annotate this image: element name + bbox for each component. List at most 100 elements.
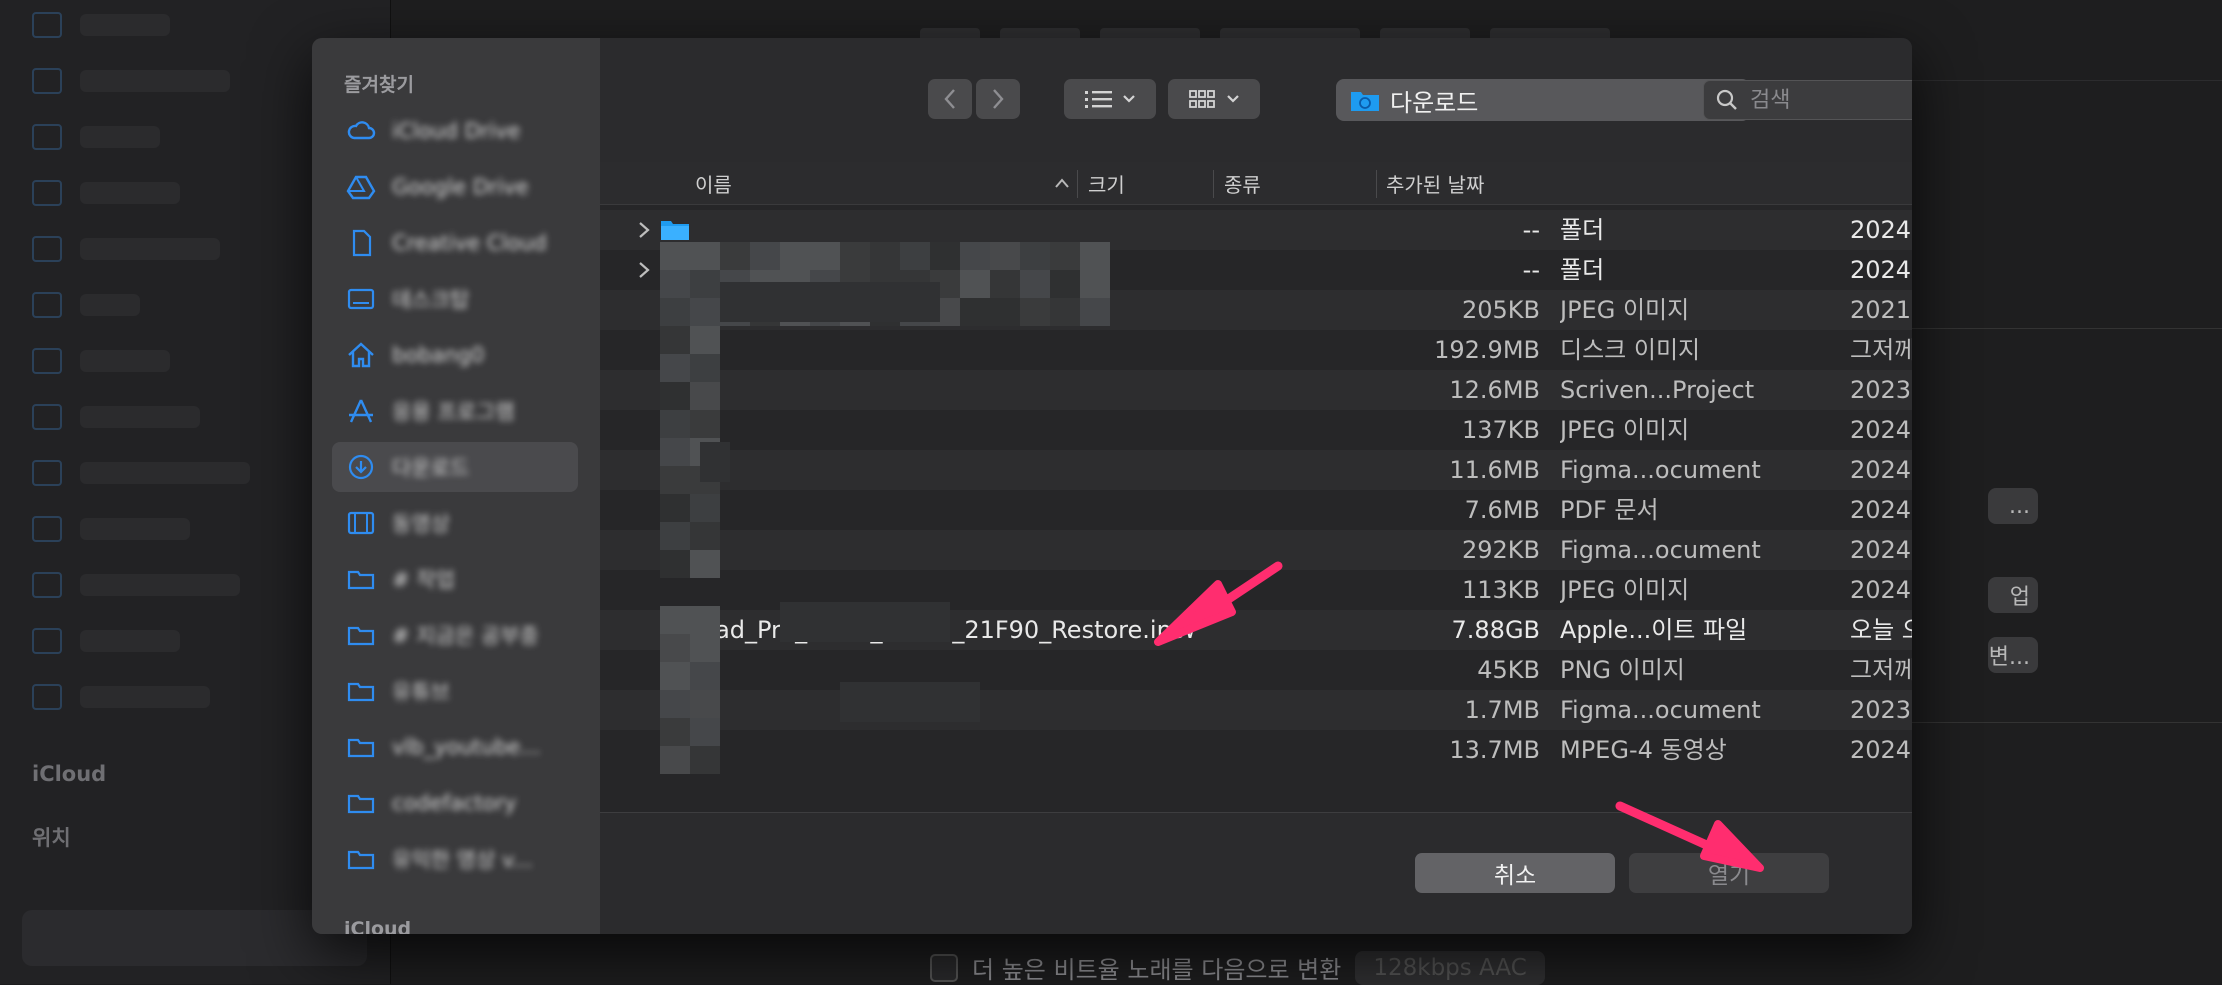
file-kind: MPEG-4 동영상 (1560, 736, 1727, 764)
table-row[interactable]: 11.6MB Figma...ocument 2024년 2월 27일 오전 (600, 450, 1912, 490)
bg-sidebar-item (32, 120, 160, 154)
sidebar-item-folder[interactable]: # 작업 (332, 554, 578, 604)
column-header-kind[interactable]: 종류 (1224, 162, 1261, 204)
bg-right-button[interactable]: 업 (1988, 577, 2038, 613)
sidebar-item-movies[interactable]: 동영상 (332, 498, 578, 548)
file-date-added: 그저께 오후 10:23 (1850, 336, 1912, 364)
file-size: 11.6MB (1449, 456, 1540, 484)
group-by-button[interactable] (1168, 79, 1260, 119)
file-name (695, 330, 1195, 370)
file-size: 137KB (1461, 416, 1540, 444)
download-icon (346, 453, 376, 481)
open-button[interactable]: 열기 (1629, 853, 1829, 893)
sidebar-item-folder[interactable]: codefactory (332, 778, 578, 828)
file-name (695, 690, 1195, 730)
sidebar-item-label: Google Drive (392, 175, 529, 199)
file-kind: JPEG 이미지 (1560, 576, 1690, 604)
table-row[interactable]: 192.9MB 디스크 이미지 그저께 오후 10:23 (600, 330, 1912, 370)
home-icon (346, 341, 376, 369)
file-size: 192.9MB (1434, 336, 1540, 364)
desktop-icon (346, 285, 376, 313)
table-row[interactable]: 1.7MB Figma...ocument 2023년 4월 19일 오후 (600, 690, 1912, 730)
disclosure-triangle-icon[interactable] (634, 218, 654, 242)
search-field[interactable] (1703, 80, 1912, 120)
file-date-added: 2024년 4월 25일 오후 (1850, 216, 1912, 244)
table-row[interactable]: 205KB JPEG 이미지 2021년 12월 8일 오후 (600, 290, 1912, 330)
file-name (695, 410, 1195, 450)
sidebar-item-downloads[interactable]: 다운로드 (332, 442, 578, 492)
sidebar-item-desktop[interactable]: 데스크탑 (332, 274, 578, 324)
view-mode-group (1064, 79, 1156, 119)
table-row[interactable]: 113KB JPEG 이미지 2024년 1월 15일 오후 (600, 570, 1912, 610)
table-row[interactable]: -- 폴더 2024년 4월 25일 오후 (600, 210, 1912, 250)
forward-button[interactable] (976, 79, 1020, 119)
table-row[interactable]: 45KB PNG 이미지 그저께 오후 10:08 (600, 650, 1912, 690)
table-row[interactable]: 13.7MB MPEG-4 동영상 2024년 6월 26일 오전 (600, 730, 1912, 770)
bg-sidebar-item (32, 456, 250, 490)
file-list: -- 폴더 2024년 4월 25일 오후 -- 폴더 2024년 3월 3일 오후 205… (600, 162, 1912, 812)
bg-option-checkbox[interactable] (930, 953, 958, 982)
folder-icon (346, 677, 376, 705)
file-size: 113KB (1461, 576, 1540, 604)
bg-right-button[interactable]: ... (1988, 488, 2038, 524)
bg-sidebar-header-icloud: iCloud (32, 762, 107, 786)
file-size: 12.6MB (1449, 376, 1540, 404)
file-kind: JPEG 이미지 (1560, 296, 1690, 324)
sort-ascending-icon (1055, 178, 1069, 188)
sidebar-item-folder[interactable]: # 지금은 공부중 (332, 610, 578, 660)
disclosure-triangle-icon[interactable] (634, 258, 654, 282)
list-view-button[interactable] (1064, 79, 1156, 119)
folder-icon (346, 845, 376, 873)
table-row[interactable]: iPad_Pro_A12X_A12..._21F90_Restore.ipsw 7… (600, 610, 1912, 650)
sidebar-item-applications[interactable]: 응용 프로그램 (332, 386, 578, 436)
file-kind: PDF 문서 (1560, 496, 1659, 524)
sidebar-item-icloud-drive[interactable]: iCloud Drive (332, 106, 578, 156)
dialog-sidebar: 즐겨찾기 iCloud Drive Google Drive Creative … (312, 38, 600, 934)
table-row[interactable]: 292KB Figma...ocument 2024년 2월 27일 오전 (600, 530, 1912, 570)
table-row[interactable]: 137KB JPEG 이미지 2024년 6월 19일 오후 (600, 410, 1912, 450)
bg-right-button[interactable]: 변... (1988, 637, 2038, 673)
bg-sidebar-item (32, 512, 190, 546)
table-row[interactable]: 12.6MB Scriven...Project 2023년 11월 29일 오 (600, 370, 1912, 410)
sidebar-item-folder[interactable]: 유튜브 (332, 666, 578, 716)
bg-sidebar-item (32, 624, 180, 658)
file-kind: 폴더 (1560, 256, 1605, 284)
sidebar-item-google-drive[interactable]: Google Drive (332, 162, 578, 212)
sidebar-item-home[interactable]: bobang0 (332, 330, 578, 380)
file-kind: Figma...ocument (1560, 696, 1761, 724)
folder-icon (661, 261, 689, 280)
column-separator (1376, 170, 1377, 198)
sidebar-item-label: codefactory (392, 791, 517, 815)
sidebar-item-label: iCloud Drive (392, 119, 521, 143)
bg-option-select[interactable]: 128kbps AAC (1355, 950, 1545, 985)
sidebar-item-label: vlb_youtube... (392, 735, 541, 759)
file-date-added: 2023년 4월 19일 오후 (1850, 696, 1912, 724)
bg-option-row: 더 높은 비트율 노래를 다음으로 변환 128kbps AAC (930, 950, 1545, 985)
file-size: 13.7MB (1449, 736, 1540, 764)
column-header-date-added[interactable]: 추가된 날짜 (1386, 162, 1484, 204)
sidebar-item-folder[interactable]: vlb_youtube... (332, 722, 578, 772)
movies-icon (346, 509, 376, 537)
file-kind: JPEG 이미지 (1560, 416, 1690, 444)
column-header-label: 크기 (1088, 172, 1125, 197)
applications-icon (346, 397, 376, 425)
back-button[interactable] (928, 79, 972, 119)
table-row[interactable]: 7.6MB PDF 문서 2024년 6월 5일 오전 (600, 490, 1912, 530)
cancel-button[interactable]: 취소 (1415, 853, 1615, 893)
column-header-name[interactable]: 이름 (695, 162, 1069, 204)
column-header-size[interactable]: 크기 (1088, 162, 1125, 204)
column-header-label: 종류 (1224, 172, 1261, 197)
location-popup[interactable]: 다운로드 (1336, 79, 1750, 121)
chevron-right-icon (993, 89, 1004, 109)
search-input[interactable] (1748, 86, 1912, 114)
group-mode-group (1168, 79, 1260, 119)
sidebar-item-label: # 작업 (392, 568, 455, 592)
sidebar-item-folder[interactable]: 유익한 영상 v... (332, 834, 578, 884)
navigation-buttons (928, 79, 1020, 119)
file-size: -- (1522, 216, 1540, 244)
file-kind: Figma...ocument (1560, 536, 1761, 564)
sidebar-item-creative-cloud[interactable]: Creative Cloud (332, 218, 578, 268)
table-row[interactable]: -- 폴더 2024년 3월 3일 오후 (600, 250, 1912, 290)
chevron-down-icon (1123, 95, 1135, 103)
document-icon (346, 229, 376, 257)
